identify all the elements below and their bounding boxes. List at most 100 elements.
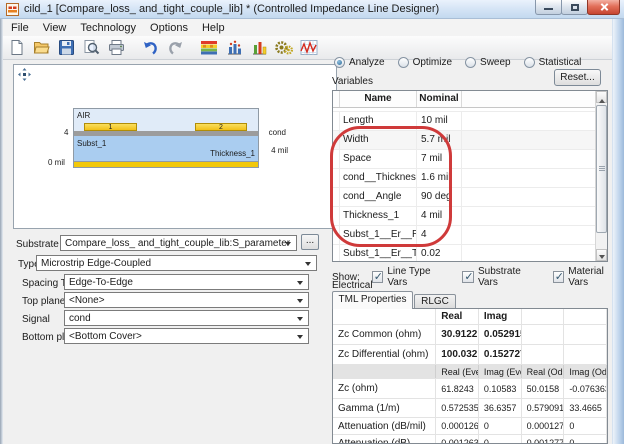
substrate-select[interactable]: Compare_loss_ and_tight_couple_lib:S_par…: [60, 235, 297, 251]
substrate-browse-button[interactable]: ...: [301, 234, 319, 250]
new-file-icon[interactable]: [6, 38, 26, 58]
undo-icon[interactable]: [140, 38, 160, 58]
menu-file[interactable]: File: [4, 21, 36, 35]
checkbox-icon: [553, 271, 565, 283]
checkbox-line-type-vars[interactable]: Line Type Vars: [372, 266, 451, 288]
show-filter-row: Show: Line Type Vars Substrate Vars Mate…: [332, 266, 624, 288]
print-icon[interactable]: [106, 38, 126, 58]
row-zc-common[interactable]: Zc Common (ohm) 30.9122 0.0529152: [333, 325, 607, 345]
minimize-button[interactable]: [535, 0, 562, 15]
menu-technology[interactable]: Technology: [73, 21, 143, 35]
substrate-label: Substrate: [16, 239, 59, 250]
variables-scrollbar[interactable]: [595, 91, 607, 261]
radio-optimize[interactable]: Optimize: [398, 57, 452, 68]
menu-options[interactable]: Options: [143, 21, 195, 35]
header-real-even: Real (Even): [436, 365, 479, 378]
app-icon: [6, 3, 19, 16]
pan-move-icon[interactable]: [18, 68, 31, 81]
scrollbar-thumb[interactable]: [596, 105, 607, 233]
window-border-right: [612, 19, 624, 444]
substrate-stack-icon[interactable]: [199, 38, 219, 58]
spacing-type-select[interactable]: Edge-To-Edge: [64, 274, 309, 290]
type-select[interactable]: Microstrip Edge-Coupled: [36, 255, 317, 271]
close-icon: [599, 3, 608, 12]
checkbox-material-vars[interactable]: Material Vars: [553, 266, 624, 288]
scroll-up-icon[interactable]: [596, 91, 607, 103]
electrical-section-label: Electrical: [332, 280, 373, 291]
tml-properties-table: Real Imag Zc Common (ohm) 30.9122 0.0529…: [332, 308, 608, 444]
simulate-gears-icon[interactable]: [274, 38, 294, 58]
column-header-nominal[interactable]: Nominal: [417, 91, 462, 107]
header-real-odd: Real (Odd): [522, 365, 565, 378]
open-folder-icon[interactable]: [31, 38, 51, 58]
radio-statistical[interactable]: Statistical: [524, 57, 582, 68]
tab-tml-properties[interactable]: TML Properties: [332, 291, 413, 309]
cross-section-canvas[interactable]: AIR 1 2 Subst_1 Thickness_1 4 cond 4 mil…: [13, 64, 337, 229]
row-attenuation-db[interactable]: Attenuation (dB) 0.00126314 0 0.0012776 …: [333, 435, 607, 444]
radio-optimize-icon: [398, 57, 409, 68]
table-row-space[interactable]: Space7 mil: [333, 150, 607, 169]
row-attenuation-db-mil[interactable]: Attenuation (dB/mil) 0.000126314 0 0.000…: [333, 418, 607, 435]
scroll-down-icon[interactable]: [596, 249, 607, 261]
plot-waveform-icon[interactable]: [299, 38, 319, 58]
table-row-thickness-1[interactable]: Thickness_14 mil: [333, 207, 607, 226]
variables-table-header: Name Nominal: [333, 91, 607, 108]
table-row-subst-er-real[interactable]: Subst_1__Er__Real4: [333, 226, 607, 245]
top-plane-select[interactable]: <None>: [64, 292, 309, 308]
chart-bars-icon[interactable]: [224, 38, 244, 58]
column-header-name[interactable]: Name: [340, 91, 417, 107]
tab-rlgc[interactable]: RLGC: [414, 294, 456, 309]
top-plane-label: Top plane: [22, 296, 65, 307]
baseline-label: 0 mil: [48, 158, 65, 167]
menu-view[interactable]: View: [36, 21, 74, 35]
table-row-subst-er-tand[interactable]: Subst_1__Er__TanD0.02: [333, 245, 607, 262]
thickness-value-label: 4 mil: [271, 146, 288, 155]
cond-layer-label: cond: [269, 128, 286, 137]
header-imag-even: Imag (Even): [479, 365, 522, 378]
radio-analyze-icon: [334, 57, 345, 68]
menu-bar: File View Technology Options Help: [0, 19, 624, 36]
bottom-cover-layer[interactable]: [73, 161, 259, 168]
even-odd-header-row: Real (Even) Imag (Even) Real (Odd) Imag …: [333, 365, 607, 379]
close-button[interactable]: [587, 0, 620, 15]
radio-sweep[interactable]: Sweep: [465, 57, 511, 68]
table-row-length[interactable]: Length10 mil: [333, 112, 607, 131]
air-label: AIR: [77, 111, 90, 120]
row-zc-differential[interactable]: Zc Differential (ohm) 100.032 0.152727: [333, 345, 607, 365]
reset-button[interactable]: Reset...: [554, 69, 601, 86]
checkbox-substrate-vars[interactable]: Substrate Vars: [462, 266, 540, 288]
window-border-left: [0, 19, 3, 444]
minimize-icon: [544, 8, 553, 10]
table-row-cond-angle[interactable]: cond__Angle90 deg: [333, 188, 607, 207]
row-gamma[interactable]: Gamma (1/m) 0.572535 36.6357 0.579091 33…: [333, 399, 607, 418]
window-title: cild_1 [Compare_loss_ and_tight_couple_l…: [24, 3, 439, 15]
checkbox-icon: [372, 271, 384, 283]
signal-select[interactable]: cond: [64, 310, 309, 326]
radio-analyze[interactable]: Analyze: [334, 57, 385, 68]
thickness-label: Thickness_1: [210, 149, 255, 158]
conductor-1[interactable]: 1: [84, 123, 137, 131]
radio-statistical-icon: [524, 57, 535, 68]
table-row-width[interactable]: Width5.7 mil: [333, 131, 607, 150]
zoom-page-icon[interactable]: [81, 38, 101, 58]
bottom-plane-select[interactable]: <Bottom Cover>: [64, 328, 309, 344]
redo-icon[interactable]: [165, 38, 185, 58]
row-zc-ohm[interactable]: Zc (ohm) 61.8243 0.10583 50.0158 -0.0763…: [333, 379, 607, 399]
chart-results-icon[interactable]: [249, 38, 269, 58]
substrate-name-label: Subst_1: [77, 139, 106, 148]
maximize-icon: [571, 4, 579, 11]
cond-height-label: 4: [64, 128, 68, 137]
header-imag-odd: Imag (Odd): [564, 365, 607, 378]
header-imag: Imag: [479, 309, 522, 324]
variables-table: Name Nominal Length10 mil Width5.7 mil S…: [332, 90, 608, 262]
signal-label: Signal: [22, 314, 50, 325]
substrate-cross-section: AIR 1 2 Subst_1 Thickness_1 4 cond 4 mil…: [73, 108, 259, 168]
header-real: Real: [436, 309, 479, 324]
maximize-button[interactable]: [561, 0, 588, 15]
menu-help[interactable]: Help: [195, 21, 232, 35]
table-row-cond-thickness[interactable]: cond__Thickness1.6 mil: [333, 169, 607, 188]
substrate-region[interactable]: Subst_1 Thickness_1: [73, 136, 259, 161]
save-icon[interactable]: [56, 38, 76, 58]
conductor-2[interactable]: 2: [195, 123, 247, 131]
analysis-mode-group: Analyze Optimize Sweep Statistical: [334, 57, 581, 68]
